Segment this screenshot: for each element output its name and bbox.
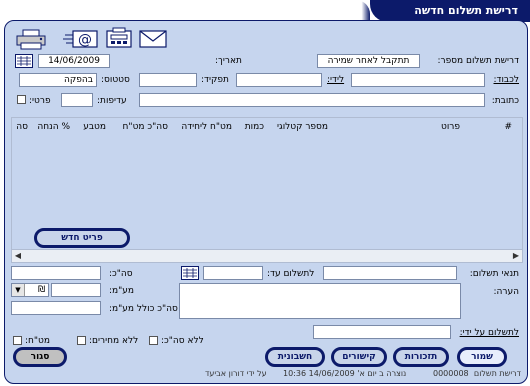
no-prices-label: ללא מחירים: (89, 336, 139, 346)
col-header-total[interactable]: סה (16, 122, 28, 132)
role-label: תפקיד: (201, 75, 229, 85)
request-number-label: דרישת תשלום מספר: (437, 56, 519, 66)
payment-terms-field[interactable] (323, 266, 457, 280)
no-prices-checkbox[interactable] (77, 336, 86, 345)
pay-by-label[interactable]: לתשלום על ידי: (460, 328, 519, 338)
app-window: דרישת תשלום חדשה @ דרישת תשלום מספר: תתק… (0, 0, 530, 386)
close-button[interactable]: סגור (13, 347, 67, 367)
col-header-details[interactable]: פרוט (441, 122, 460, 132)
pay-until-field[interactable] (203, 266, 263, 280)
private-label: פרטי: (29, 96, 51, 106)
title-tab: דרישת תשלום חדשה (356, 0, 530, 22)
new-item-button[interactable]: פריט חדש (34, 228, 130, 248)
currency-value: ₪ (37, 285, 45, 295)
total-incl-vat-label: סה"כ כולל מע"מ: (109, 304, 178, 314)
links-button[interactable]: קישורים (331, 347, 387, 367)
col-header-num[interactable]: # (504, 122, 512, 132)
vat-label: מע"מ: (109, 286, 135, 296)
date-field[interactable]: 14/06/2009 (38, 54, 110, 68)
total-label: סה"כ: (109, 269, 133, 279)
note-label: הערה: (493, 287, 519, 297)
status-doc-type: דרישת תשלום (473, 369, 521, 378)
vat-check-label: מט"ח: (25, 336, 51, 346)
attn-label[interactable]: לידי: (327, 75, 344, 85)
accounting-button[interactable]: חשבונית (265, 347, 325, 367)
pay-until-label: לתשלום עד: (267, 269, 315, 279)
svg-text:@: @ (78, 32, 92, 48)
status-created: נוצרה ב יום א' 14/06/2009 10:36 (283, 369, 407, 378)
request-number-field: תתקבל לאחר שמירה (317, 54, 420, 68)
note-textarea[interactable] (179, 283, 461, 319)
priority-label: עדיפות: (97, 96, 127, 106)
printer-icon[interactable] (15, 29, 47, 51)
col-header-qty[interactable]: כמות (245, 122, 264, 132)
to-field[interactable] (351, 73, 485, 87)
col-header-catalog[interactable]: מספר קטלוגי (277, 122, 328, 132)
pay-by-field[interactable] (313, 325, 451, 339)
status-by: על ידי דורון אביעד (205, 369, 267, 378)
scroll-left-icon[interactable]: ◀ (12, 250, 24, 262)
col-header-total-fx[interactable]: סה"כ מט"ח (123, 122, 168, 132)
total-field (11, 266, 101, 280)
payment-terms-label: תנאי תשלום: (469, 269, 519, 279)
total-incl-vat-field (11, 301, 101, 315)
private-checkbox[interactable] (17, 95, 26, 104)
address-field[interactable] (139, 93, 485, 107)
email-icon[interactable]: @ (63, 27, 99, 51)
col-header-discount[interactable]: % הנחה (37, 122, 70, 132)
status-field: בהפקה (19, 73, 97, 87)
scroll-right-icon[interactable]: ▶ (510, 250, 522, 262)
status-label: סטטוס: (101, 75, 130, 85)
attn-field[interactable] (236, 73, 322, 87)
to-label[interactable]: לכבוד: (494, 75, 519, 85)
role-field[interactable] (139, 73, 197, 87)
items-grid: # פרוט מספר קטלוגי כמות מט"ח ליחידה סה"כ… (11, 117, 523, 263)
form-panel: @ דרישת תשלום מספר: תתקבל לאחר שמירה תאר… (4, 20, 528, 384)
vat-checkbox[interactable] (13, 336, 22, 345)
status-doc-number: 0000008 (433, 369, 469, 378)
fax-icon[interactable] (105, 27, 133, 51)
currency-select[interactable]: ▼ ₪ (11, 283, 49, 297)
col-header-unit-fx[interactable]: מט"ח ליחידה (181, 122, 232, 132)
reminders-button[interactable]: תזכורות (393, 347, 449, 367)
no-total-label: ללא סה"כ: (161, 336, 204, 346)
grid-horizontal-scrollbar[interactable]: ◀ ▶ (11, 249, 523, 263)
chevron-down-icon[interactable]: ▼ (12, 284, 25, 296)
save-button[interactable]: שמור (457, 347, 507, 367)
col-header-currency[interactable]: מטבע (83, 122, 106, 132)
envelope-icon[interactable] (139, 29, 167, 49)
address-label: כתובת: (491, 96, 519, 106)
date-label: תאריך: (215, 56, 242, 66)
no-total-checkbox[interactable] (149, 336, 158, 345)
vat-field (51, 283, 101, 297)
window-title: דרישת תשלום חדשה (414, 4, 518, 17)
priority-field[interactable] (61, 93, 93, 107)
calendar-icon[interactable] (15, 54, 33, 68)
title-bar: דרישת תשלום חדשה (0, 0, 530, 22)
calendar-icon[interactable] (181, 266, 199, 280)
